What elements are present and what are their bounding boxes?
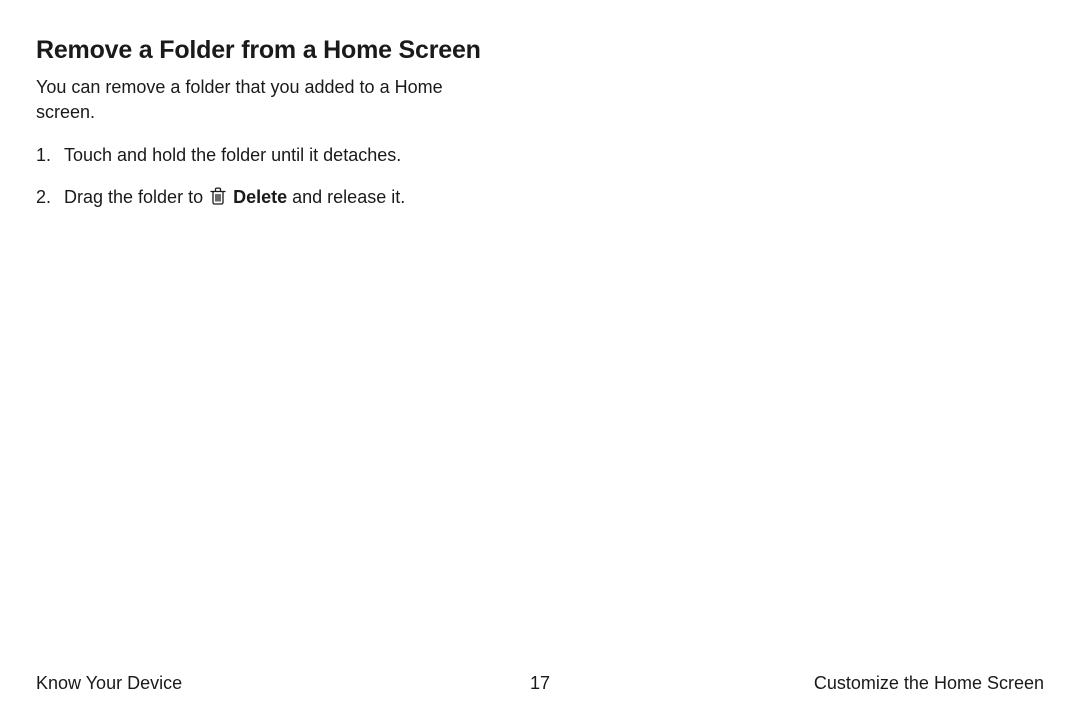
intro-paragraph: You can remove a folder that you added t… [36, 75, 446, 125]
footer-left: Know Your Device [36, 673, 182, 694]
steps-list: Touch and hold the folder until it detac… [36, 143, 1044, 211]
step-text: Touch and hold the folder until it detac… [64, 145, 401, 165]
footer-right: Customize the Home Screen [814, 673, 1044, 694]
step-text-post: and release it. [287, 187, 405, 207]
page-content: Remove a Folder from a Home Screen You c… [0, 0, 1080, 212]
section-heading: Remove a Folder from a Home Screen [36, 36, 1044, 65]
trash-icon [210, 187, 226, 212]
step-text-pre: Drag the folder to [64, 187, 208, 207]
page-number: 17 [530, 673, 550, 694]
step-item: Drag the folder to Delete and release it… [36, 185, 1044, 212]
step-item: Touch and hold the folder until it detac… [36, 143, 1044, 168]
step-text-bold: Delete [233, 187, 287, 207]
page-footer: Know Your Device 17 Customize the Home S… [0, 673, 1080, 694]
